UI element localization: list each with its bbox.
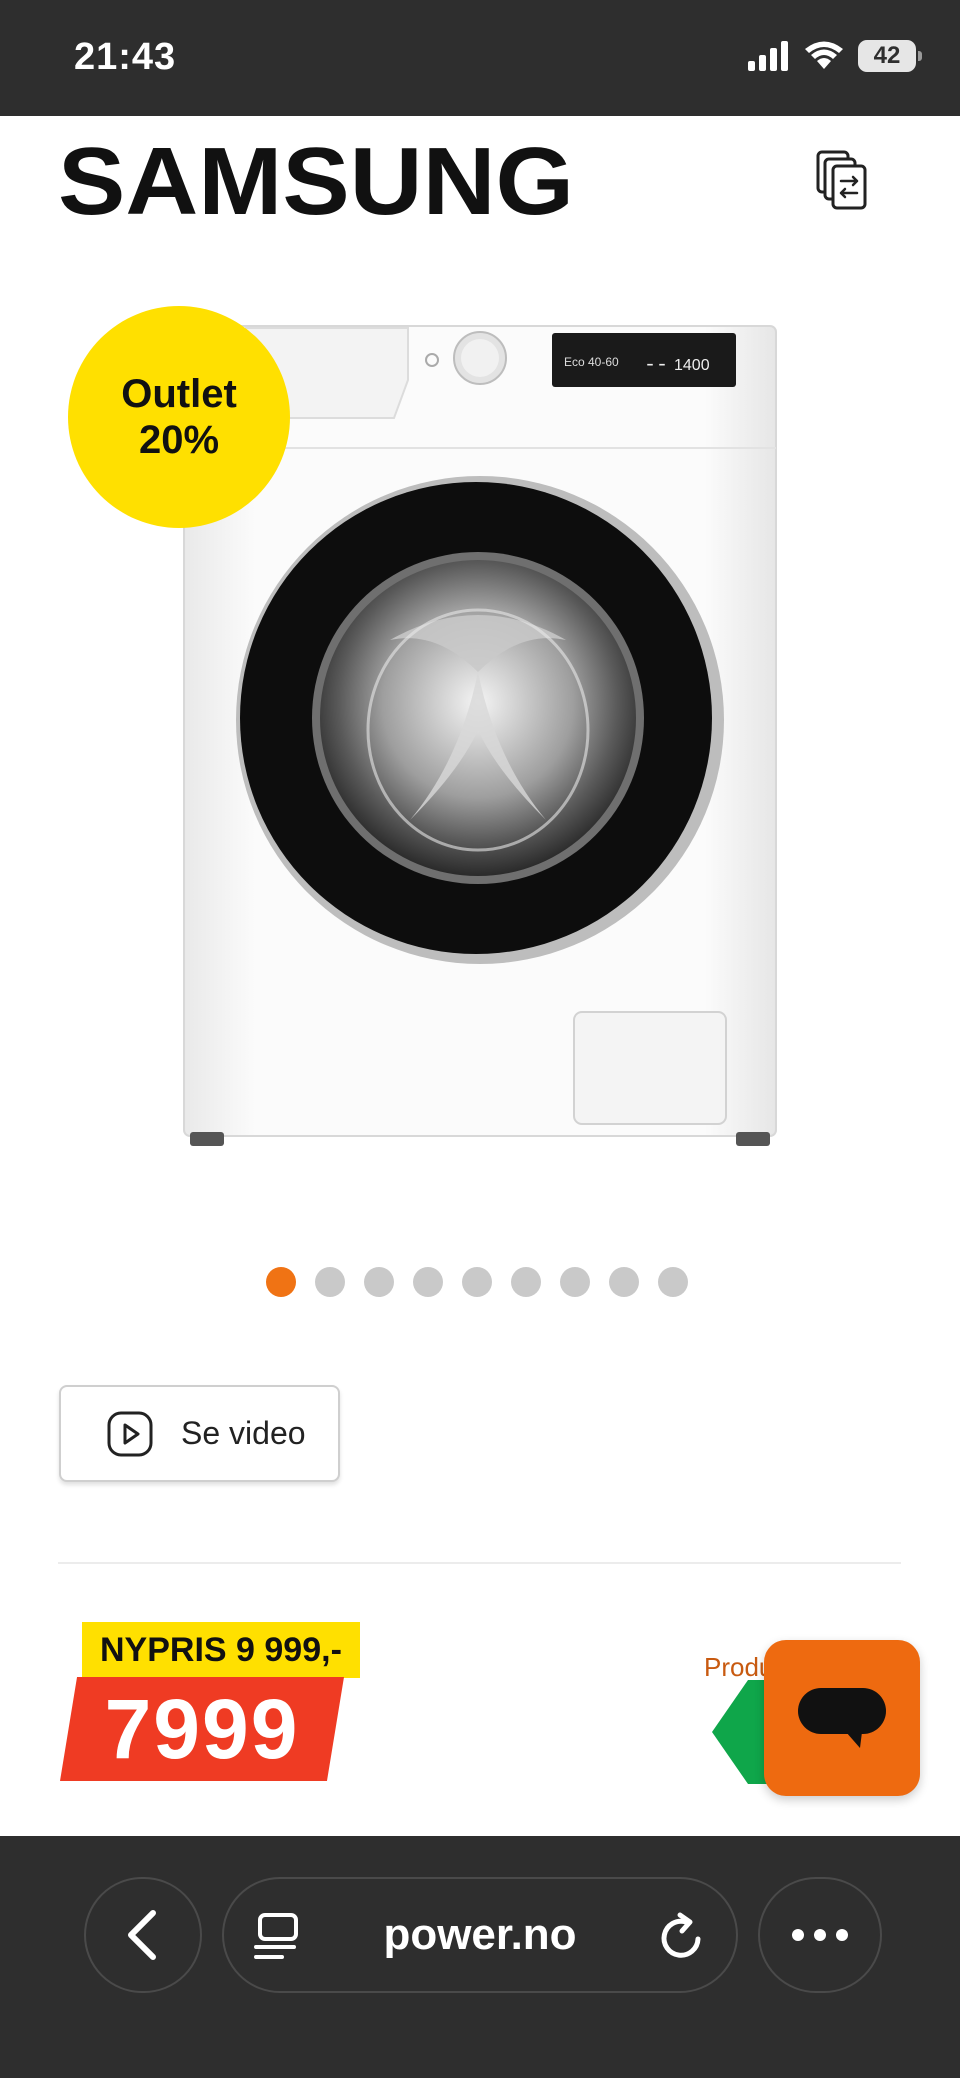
current-price: 7999: [60, 1677, 344, 1781]
outlet-badge-discount: 20%: [138, 418, 220, 462]
energy-label-text[interactable]: Produ: [704, 1652, 773, 1683]
carousel-dot-2[interactable]: [315, 1267, 345, 1297]
carousel-dot-9[interactable]: [658, 1267, 688, 1297]
samsung-logo[interactable]: SAMSUNG: [58, 132, 578, 222]
svg-text:--: --: [644, 354, 668, 377]
outlet-badge: Outlet 20%: [68, 306, 290, 528]
carousel-dots: [266, 1267, 688, 1297]
see-video-label: Se video: [181, 1415, 306, 1451]
carousel-dot-6[interactable]: [511, 1267, 541, 1297]
compare-icon: [816, 150, 867, 210]
status-icons: 42: [748, 40, 922, 72]
panel-spin-text: 1400: [674, 357, 710, 374]
outlet-badge-label: Outlet: [121, 372, 237, 416]
address-bar[interactable]: power.no: [222, 1877, 738, 1993]
signal-icon: [748, 41, 788, 71]
chat-button[interactable]: [764, 1640, 920, 1796]
compare-button[interactable]: [808, 142, 878, 218]
carousel-dot-1[interactable]: [266, 1267, 296, 1297]
divider: [58, 1562, 901, 1564]
status-bar: 21:43 42: [0, 0, 960, 116]
see-video-button[interactable]: Se video: [59, 1385, 340, 1482]
panel-program-text: Eco 40-60: [564, 355, 619, 369]
chevron-left-icon: [128, 1910, 156, 1960]
chat-icon: [798, 1688, 886, 1748]
carousel-dot-8[interactable]: [609, 1267, 639, 1297]
wifi-icon: [805, 41, 843, 69]
more-button[interactable]: [758, 1877, 882, 1993]
carousel-dot-4[interactable]: [413, 1267, 443, 1297]
status-time: 21:43: [74, 36, 177, 78]
more-icon: [792, 1929, 804, 1941]
battery-indicator: 42: [858, 40, 922, 72]
back-button[interactable]: [84, 1877, 202, 1993]
carousel-dot-3[interactable]: [364, 1267, 394, 1297]
carousel-dot-7[interactable]: [560, 1267, 590, 1297]
play-icon: [107, 1411, 153, 1456]
svg-text:SAMSUNG: SAMSUNG: [58, 132, 574, 222]
old-price-tag: NYPRIS 9 999,-: [82, 1622, 360, 1678]
reload-icon[interactable]: [658, 1911, 706, 1963]
carousel-dot-5[interactable]: [462, 1267, 492, 1297]
